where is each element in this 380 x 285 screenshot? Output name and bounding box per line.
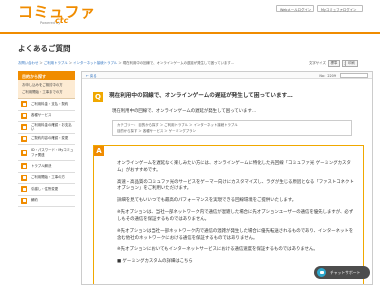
sidebar-item-label: ご利用開始・工事の方 xyxy=(31,175,65,180)
category-icon xyxy=(21,174,27,181)
answer-paragraph: 詳細を見てもいいつでも最高のパフォーマンスを実現できる回線環境をご提供いたします… xyxy=(117,198,297,204)
category-icon xyxy=(21,135,27,142)
sidebar-item-label: ご契約内容の確認・変更 xyxy=(31,136,69,141)
faq-content: ← 戻る No：2209 Q 現在利用中の回線で、オンラインゲームの遅延が発生し… xyxy=(81,71,373,285)
answer-note: ※先オプションは当社一部ネットワーク内で通信の混雑が発生した場合に優先転送される… xyxy=(117,228,354,241)
answer-badge: A xyxy=(94,146,104,156)
sidebar-item[interactable]: ご契約内容の確認・変更 xyxy=(18,133,75,145)
sidebar-item-label: ご利用料金・支払・契約 xyxy=(31,101,69,106)
category-box: カテゴリー： 目的から探す ＞ ご利用トラブル ＞ インターネット接続トラブル … xyxy=(112,120,352,136)
web-mail-login-button[interactable]: Webメールログイン xyxy=(276,5,314,12)
answer-note: ※先オプションは、当社一部ネットワーク内で通信が混雑した場合に先オプションユーザ… xyxy=(117,210,354,222)
category-icon xyxy=(21,101,27,108)
sidebar-item[interactable]: ご利用料金の確認・お支払い xyxy=(18,122,75,134)
back-link[interactable]: ← 戻る xyxy=(86,74,97,78)
category-icon xyxy=(21,112,27,119)
breadcrumb-item[interactable]: ご利用トラブル xyxy=(44,61,68,65)
sidebar-item[interactable]: 解約 xyxy=(18,195,75,207)
answer-body: オンラインゲームを遅延なく楽しみたい方には、オンラインゲームに特化した光回線「コ… xyxy=(117,161,357,271)
sidebar-item-label: ご利用料金の確認・お支払い xyxy=(31,122,72,132)
category-icon xyxy=(21,149,27,156)
question-detail: 現在利用中の回線で、オンラインゲームの遅延が発生して困っています… xyxy=(112,109,257,114)
site-header: コミュファ Powered by ctc Webメールログイン Myコミュファロ… xyxy=(0,0,380,30)
answer-note: ※先オプションにおいてもインターネットサービスにおける通信速度を保証するものでは… xyxy=(117,247,318,253)
sidebar-item-label: 解約 xyxy=(31,198,38,203)
sidebar-header: 目的から探す xyxy=(18,71,75,80)
breadcrumb: お問い合わせ ＞ ご利用トラブル ＞ インターネット接続トラブル ＞ 現在利用中… xyxy=(18,61,234,66)
question-badge: Q xyxy=(93,92,103,102)
category-line[interactable]: 目的から探す ＞ 各種サービス ＞ ゲーミングプラン xyxy=(117,129,347,135)
sidebar-item-label: 引越し・住所変更 xyxy=(31,186,59,191)
sidebar-item[interactable]: 引越し・住所変更 xyxy=(18,184,75,196)
sidebar: 目的から探す お申し込みをご検討中の方 ご利用開始・工事までの方 ご利用料金・支… xyxy=(18,71,75,207)
sidebar-item-label: ID・パスワード・Myコミュファ関連 xyxy=(31,147,74,157)
sidebar-item[interactable]: ご利用開始・工事の方 xyxy=(18,172,75,184)
sidebar-item[interactable]: ご利用料金・支払・契約 xyxy=(18,99,75,111)
print-button[interactable]: 印刷 xyxy=(345,60,358,67)
sidebar-item[interactable]: ID・パスワード・Myコミュファ関連 xyxy=(18,145,75,161)
chat-support-button[interactable]: チャットサポート xyxy=(314,266,370,279)
sidebar-top-link[interactable]: ご利用開始・工事までの方 xyxy=(22,89,71,96)
chat-support-label: チャットサポート xyxy=(330,269,361,275)
answer-panel: A オンラインゲームを遅延なく楽しみたい方には、オンラインゲームに特化した光回線… xyxy=(93,145,364,284)
breadcrumb-current: 現在利用中の回線で、オンラインゲームの遅延が発生して困っています… xyxy=(122,61,235,65)
page-title: よくあるご質問 xyxy=(18,44,71,53)
category-icon xyxy=(21,163,27,170)
question-title: 現在利用中の回線で、オンラインゲームの遅延が発生して困っています… xyxy=(109,93,293,99)
font-size-standard-button[interactable]: 標準 xyxy=(327,60,340,67)
sidebar-item-label: 各種サービス xyxy=(31,113,52,118)
ctc-logo: ctc xyxy=(55,16,69,25)
breadcrumb-item[interactable]: お問い合わせ xyxy=(18,61,38,65)
sidebar-item[interactable]: トラブル解決 xyxy=(18,161,75,173)
my-commufa-login-button[interactable]: Myコミュファログイン xyxy=(317,5,363,12)
answer-paragraph: 高速・高品質のコミュファ光のサービスをゲーマー向けにカスタマイズし、ラグが生じる… xyxy=(117,179,354,192)
breadcrumb-item[interactable]: インターネット接続トラブル xyxy=(73,61,117,65)
chat-bubble-icon xyxy=(317,268,326,277)
sidebar-item[interactable]: 各種サービス xyxy=(18,110,75,122)
sidebar-item-label: トラブル解決 xyxy=(31,163,52,168)
answer-paragraph: オンラインゲームを遅延なく楽しみたい方には、オンラインゲームに特化した光回線「コ… xyxy=(117,161,351,173)
font-size-label: 文字サイズ xyxy=(309,61,326,65)
sidebar-top-link[interactable]: お申し込みをご検討中の方 xyxy=(22,82,71,89)
sidebar-top-links: お申し込みをご検討中の方 ご利用開始・工事までの方 xyxy=(18,80,75,99)
category-icon xyxy=(21,197,27,204)
font-size-control: 文字サイズ 標準 大 xyxy=(309,60,351,67)
share-button[interactable] xyxy=(340,73,368,78)
header-divider xyxy=(0,32,380,34)
category-icon xyxy=(21,186,27,193)
question-number: No：2209 xyxy=(319,73,336,78)
category-icon xyxy=(21,124,27,131)
content-toolbar: ← 戻る No：2209 xyxy=(82,72,372,79)
